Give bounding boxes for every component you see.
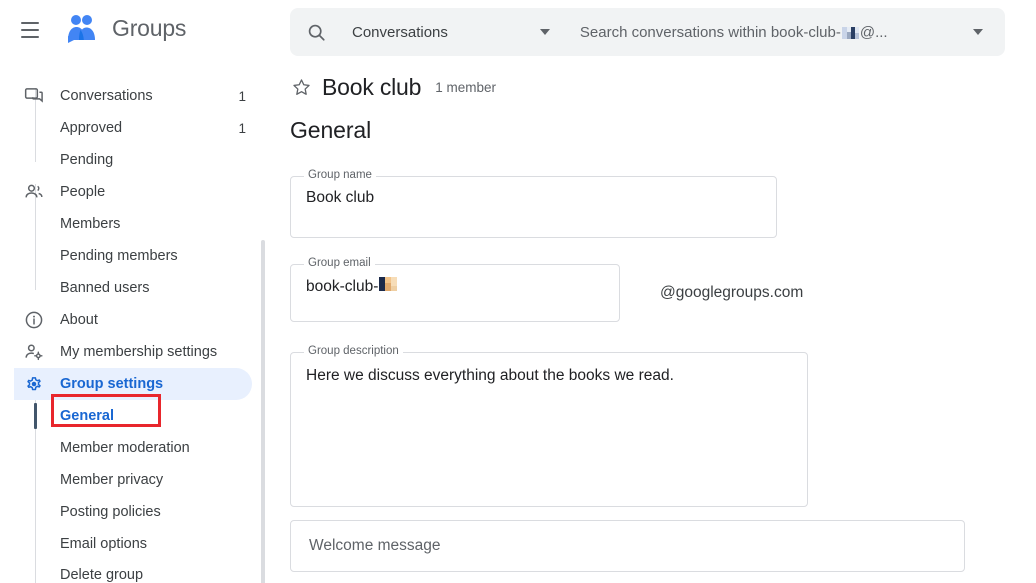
sidebar-item-label: Members — [60, 216, 121, 232]
sidebar-item-count: 1 — [238, 120, 246, 136]
sidebar-item-conversations[interactable]: Conversations 1 — [14, 80, 252, 112]
sidebar-item-member-moderation[interactable]: Member moderation — [14, 432, 252, 464]
sidebar-item-label: Pending members — [60, 248, 178, 264]
sidebar-item-approved[interactable]: Approved 1 — [14, 112, 252, 144]
group-email-domain-suffix: @googlegroups.com — [660, 284, 804, 301]
search-options-chevron-down-icon[interactable] — [973, 29, 983, 35]
redacted-email-block — [379, 277, 398, 296]
search-scope-chevron-down-icon[interactable] — [539, 29, 550, 35]
page-title: General — [290, 117, 372, 143]
group-description-field[interactable]: Group description Here we discuss everyt… — [290, 345, 808, 507]
sidebar-item-label: Conversations — [60, 88, 153, 104]
group-name-field[interactable]: Group name Book club — [290, 169, 777, 238]
main-content: Book club 1 member General Group name Bo… — [266, 62, 1036, 583]
group-name-label: Group name — [304, 169, 376, 181]
search-placeholder-suffix: @... — [859, 23, 888, 41]
welcome-message-field[interactable]: Welcome message — [290, 520, 965, 572]
sidebar-item-pending[interactable]: Pending — [14, 144, 252, 176]
sidebar-item-label: Member moderation — [60, 440, 190, 456]
sidebar-item-posting-policies[interactable]: Posting policies — [14, 496, 252, 528]
sidebar-item-label: Approved — [60, 120, 123, 136]
group-email-value: book-club- — [306, 277, 398, 296]
sidebar-item-banned-users[interactable]: Banned users — [14, 272, 252, 304]
sidebar-navigation: Conversations 1 Approved 1 Pending Peopl… — [0, 62, 266, 583]
sidebar-item-group-settings[interactable]: Group settings — [14, 368, 252, 400]
sidebar-item-delete-group[interactable]: Delete group — [14, 559, 252, 583]
sidebar-item-label: Posting policies — [60, 504, 161, 520]
sidebar-item-general[interactable]: General — [14, 400, 252, 432]
sidebar-item-my-membership-settings[interactable]: My membership settings — [14, 336, 252, 368]
sidebar-item-label: About — [60, 312, 98, 328]
sidebar-item-label: Pending — [60, 152, 114, 168]
person-settings-icon — [22, 340, 46, 364]
redacted-email-block — [841, 26, 859, 39]
search-scope-label[interactable]: Conversations — [352, 24, 448, 41]
sidebar-item-label: General — [60, 408, 114, 424]
group-description-label: Group description — [304, 345, 403, 357]
sidebar-item-label: Group settings — [60, 376, 164, 392]
group-email-label: Group email — [304, 257, 375, 269]
sidebar-item-label: Delete group — [60, 567, 144, 583]
sidebar-item-label: Banned users — [60, 280, 150, 296]
sidebar-item-member-privacy[interactable]: Member privacy — [14, 464, 252, 496]
group-email-text: book-club- — [306, 277, 379, 295]
search-placeholder-prefix: Search conversations within book-club- — [579, 23, 841, 41]
group-member-count: 1 member — [435, 80, 496, 95]
sidebar-item-label: People — [60, 184, 106, 200]
info-icon — [22, 308, 46, 332]
group-description-value: Here we discuss everything about the boo… — [306, 367, 674, 384]
people-icon — [22, 180, 46, 204]
sidebar-item-members[interactable]: Members — [14, 208, 252, 240]
star-outline-icon[interactable] — [290, 77, 312, 99]
search-bar[interactable]: Conversations Search conversations withi… — [290, 8, 1005, 56]
search-icon — [304, 20, 328, 44]
sidebar-item-about[interactable]: About — [14, 304, 252, 336]
forum-icon — [22, 84, 46, 108]
sidebar-item-email-options[interactable]: Email options — [14, 528, 252, 560]
welcome-message-placeholder: Welcome message — [309, 537, 441, 554]
google-groups-app: Groups Conversations Search conversation… — [0, 0, 1036, 583]
group-name-heading: Book club — [322, 74, 422, 100]
sidebar-item-label: Email options — [60, 536, 148, 552]
sidebar-scrollbar[interactable] — [261, 240, 265, 583]
group-header: Book club 1 member — [290, 74, 496, 101]
hamburger-menu-icon[interactable] — [16, 16, 44, 44]
group-name-value: Book club — [306, 189, 375, 206]
search-placeholder: Search conversations within book-club- @… — [580, 24, 888, 41]
search-input[interactable]: Search conversations within book-club- @… — [580, 24, 961, 41]
brand-logo-link[interactable]: Groups — [62, 12, 186, 44]
sidebar-item-count: 1 — [238, 88, 246, 104]
google-groups-logo — [62, 12, 102, 44]
app-title: Groups — [112, 14, 187, 41]
sidebar-item-label: My membership settings — [60, 344, 218, 360]
group-email-field[interactable]: Group email book-club- — [290, 257, 620, 322]
top-bar: Groups Conversations Search conversation… — [0, 0, 1036, 62]
sidebar-item-pending-members[interactable]: Pending members — [14, 240, 252, 272]
gear-icon — [22, 372, 46, 396]
sidebar-item-people[interactable]: People — [14, 176, 252, 208]
sidebar-item-label: Member privacy — [60, 472, 164, 488]
